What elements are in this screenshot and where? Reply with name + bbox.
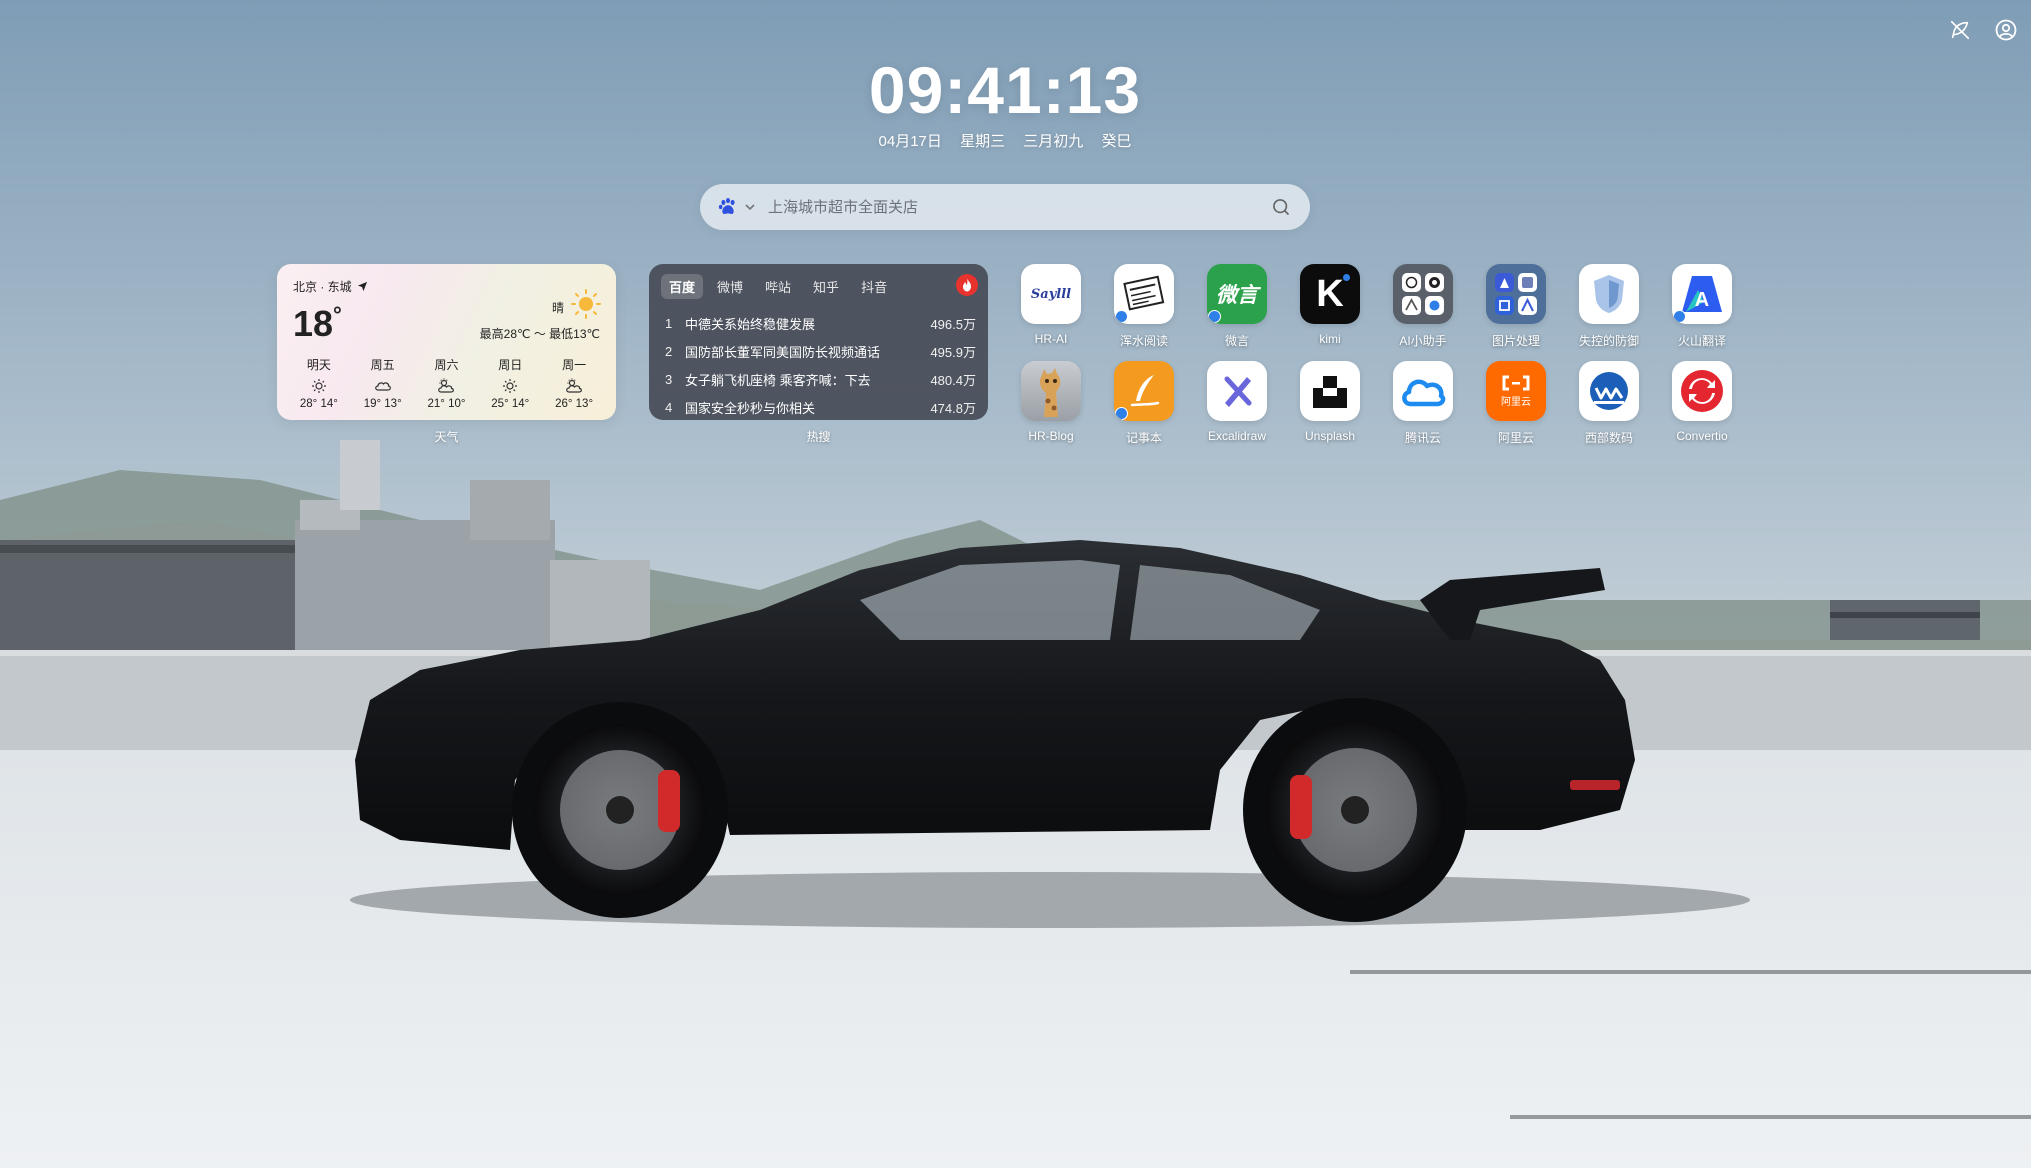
- forecast-day: 周一 26° 13°: [543, 356, 605, 410]
- app-aliyun[interactable]: 阿里云 阿里云: [1476, 361, 1556, 446]
- shield-icon: [1579, 264, 1639, 324]
- date-lunar: 三月初九: [1023, 133, 1084, 150]
- aliyun-icon: 阿里云: [1486, 361, 1546, 421]
- weather-range: 最高28℃ ～ 最低13℃: [479, 327, 600, 341]
- excalidraw-icon: [1207, 361, 1267, 421]
- app-volcano-translate[interactable]: A 火山翻译: [1662, 264, 1742, 349]
- tencent-cloud-icon: [1393, 361, 1453, 421]
- translate-icon: A: [1672, 264, 1732, 324]
- tab-zhihu[interactable]: 知乎: [805, 274, 847, 299]
- app-lost-defense[interactable]: 失控的防御: [1569, 264, 1649, 349]
- sun-icon: [570, 288, 602, 320]
- forecast-day: 周五 19° 13°: [352, 356, 414, 410]
- search-input[interactable]: [768, 198, 1268, 216]
- weather-location: 北京 · 东城: [293, 278, 600, 295]
- app-west-digital[interactable]: 西部数码: [1569, 361, 1649, 446]
- list-item[interactable]: 4 国家安全秒秒与你相关 474.8万: [661, 393, 976, 421]
- sun-icon: [288, 375, 350, 397]
- west-digital-icon: [1579, 361, 1639, 421]
- giraffe-icon: [1021, 361, 1081, 421]
- user-circle-icon[interactable]: [1992, 16, 2020, 44]
- wallpaper-scene: [0, 0, 2031, 1168]
- hr-ai-logo-icon: Saylll: [1021, 264, 1081, 324]
- app-hr-ai[interactable]: Saylll HR-AI: [1011, 264, 1091, 346]
- app-convertio[interactable]: Convertio: [1662, 361, 1742, 443]
- list-item[interactable]: 1 中德关系始终稳健发展 496.5万: [661, 309, 976, 337]
- date-solar: 04月17日: [878, 133, 942, 150]
- engine-dropdown-icon[interactable]: [744, 200, 758, 214]
- app-image-processing[interactable]: 图片处理: [1476, 264, 1556, 349]
- tab-douyin[interactable]: 抖音: [853, 274, 895, 299]
- link-badge-icon: [1208, 310, 1221, 323]
- forecast-day: 明天 28° 14°: [288, 356, 350, 410]
- clock-time: 09:41:13: [868, 53, 1142, 127]
- tab-baidu[interactable]: 百度: [661, 274, 704, 299]
- app-hr-blog[interactable]: HR-Blog: [1011, 361, 1091, 443]
- app-hunshui-reading[interactable]: 浑水阅读: [1104, 264, 1184, 349]
- location-arrow-icon: [357, 281, 367, 292]
- theme-toggle-icon[interactable]: [1946, 16, 1974, 44]
- svg-text:A: A: [1695, 289, 1709, 311]
- list-item[interactable]: 3 女子躺飞机座椅 乘客齐喊：下去 480.4万: [661, 365, 976, 393]
- hot-search-widget: 百度 微博 哔站 知乎 抖音 1 中德关系始终稳健发展 496.5万 2 国防部…: [649, 264, 988, 420]
- link-badge-icon: [1115, 310, 1128, 323]
- quill-icon: [1114, 361, 1174, 421]
- wallpaper: [0, 0, 2031, 1168]
- app-folder-icon: [1393, 264, 1453, 324]
- weather-condition: 晴: [551, 301, 564, 315]
- weiyan-logo-icon: 微言: [1207, 264, 1267, 324]
- cloud-icon: [352, 375, 414, 397]
- list-item[interactable]: 2 国防部长董军同美国防长视频通话 495.9万: [661, 337, 976, 365]
- app-kimi[interactable]: K kimi: [1290, 264, 1370, 346]
- hot-tabs: 百度 微博 哔站 知乎 抖音: [661, 274, 976, 299]
- link-badge-icon: [1115, 407, 1128, 420]
- sun-icon: [479, 375, 541, 397]
- tab-bilibili[interactable]: 哔站: [757, 274, 799, 299]
- search-bar: [700, 184, 1310, 230]
- tab-weibo[interactable]: 微博: [709, 274, 751, 299]
- forecast-day: 周日 25° 14°: [479, 356, 541, 410]
- kimi-logo-icon: K: [1300, 264, 1360, 324]
- app-unsplash[interactable]: Unsplash: [1290, 361, 1370, 443]
- app-tencent-cloud[interactable]: 腾讯云: [1383, 361, 1463, 446]
- date-weekday: 星期三: [960, 133, 1006, 150]
- partly-cloudy-icon: [543, 375, 605, 397]
- hot-widget-label: 热搜: [806, 430, 831, 444]
- search-icon[interactable]: [1268, 194, 1294, 220]
- weather-forecast: 明天 28° 14° 周五 19° 13° 周六 21° 10° 周日 25° …: [287, 356, 606, 410]
- newspaper-icon: [1114, 264, 1174, 324]
- unsplash-icon: [1300, 361, 1360, 421]
- app-ai-assistant[interactable]: AI小助手: [1383, 264, 1463, 349]
- app-excalidraw[interactable]: Excalidraw: [1197, 361, 1277, 443]
- forecast-day: 周六 21° 10°: [415, 356, 477, 410]
- app-folder-icon: [1486, 264, 1546, 324]
- weather-widget[interactable]: 北京 · 东城 18° 晴 最高28℃ ～ 最低13℃ 明天 28° 14° 周…: [277, 264, 616, 420]
- date-ganzhi: 癸巳: [1101, 133, 1132, 150]
- app-weiyan[interactable]: 微言 微言: [1197, 264, 1277, 349]
- date-line: 04月17日 星期三 三月初九 癸巳: [0, 130, 2010, 151]
- link-badge-icon: [1673, 310, 1686, 323]
- app-notepad[interactable]: 记事本: [1104, 361, 1184, 446]
- fire-icon[interactable]: [956, 274, 978, 296]
- partly-cloudy-icon: [415, 375, 477, 397]
- convertio-icon: [1672, 361, 1732, 421]
- weather-current-temp: 18°: [293, 302, 342, 344]
- baidu-paw-icon[interactable]: [716, 195, 740, 219]
- weather-widget-label: 天气: [434, 430, 459, 444]
- hot-list: 1 中德关系始终稳健发展 496.5万 2 国防部长董军同美国防长视频通话 49…: [661, 309, 976, 421]
